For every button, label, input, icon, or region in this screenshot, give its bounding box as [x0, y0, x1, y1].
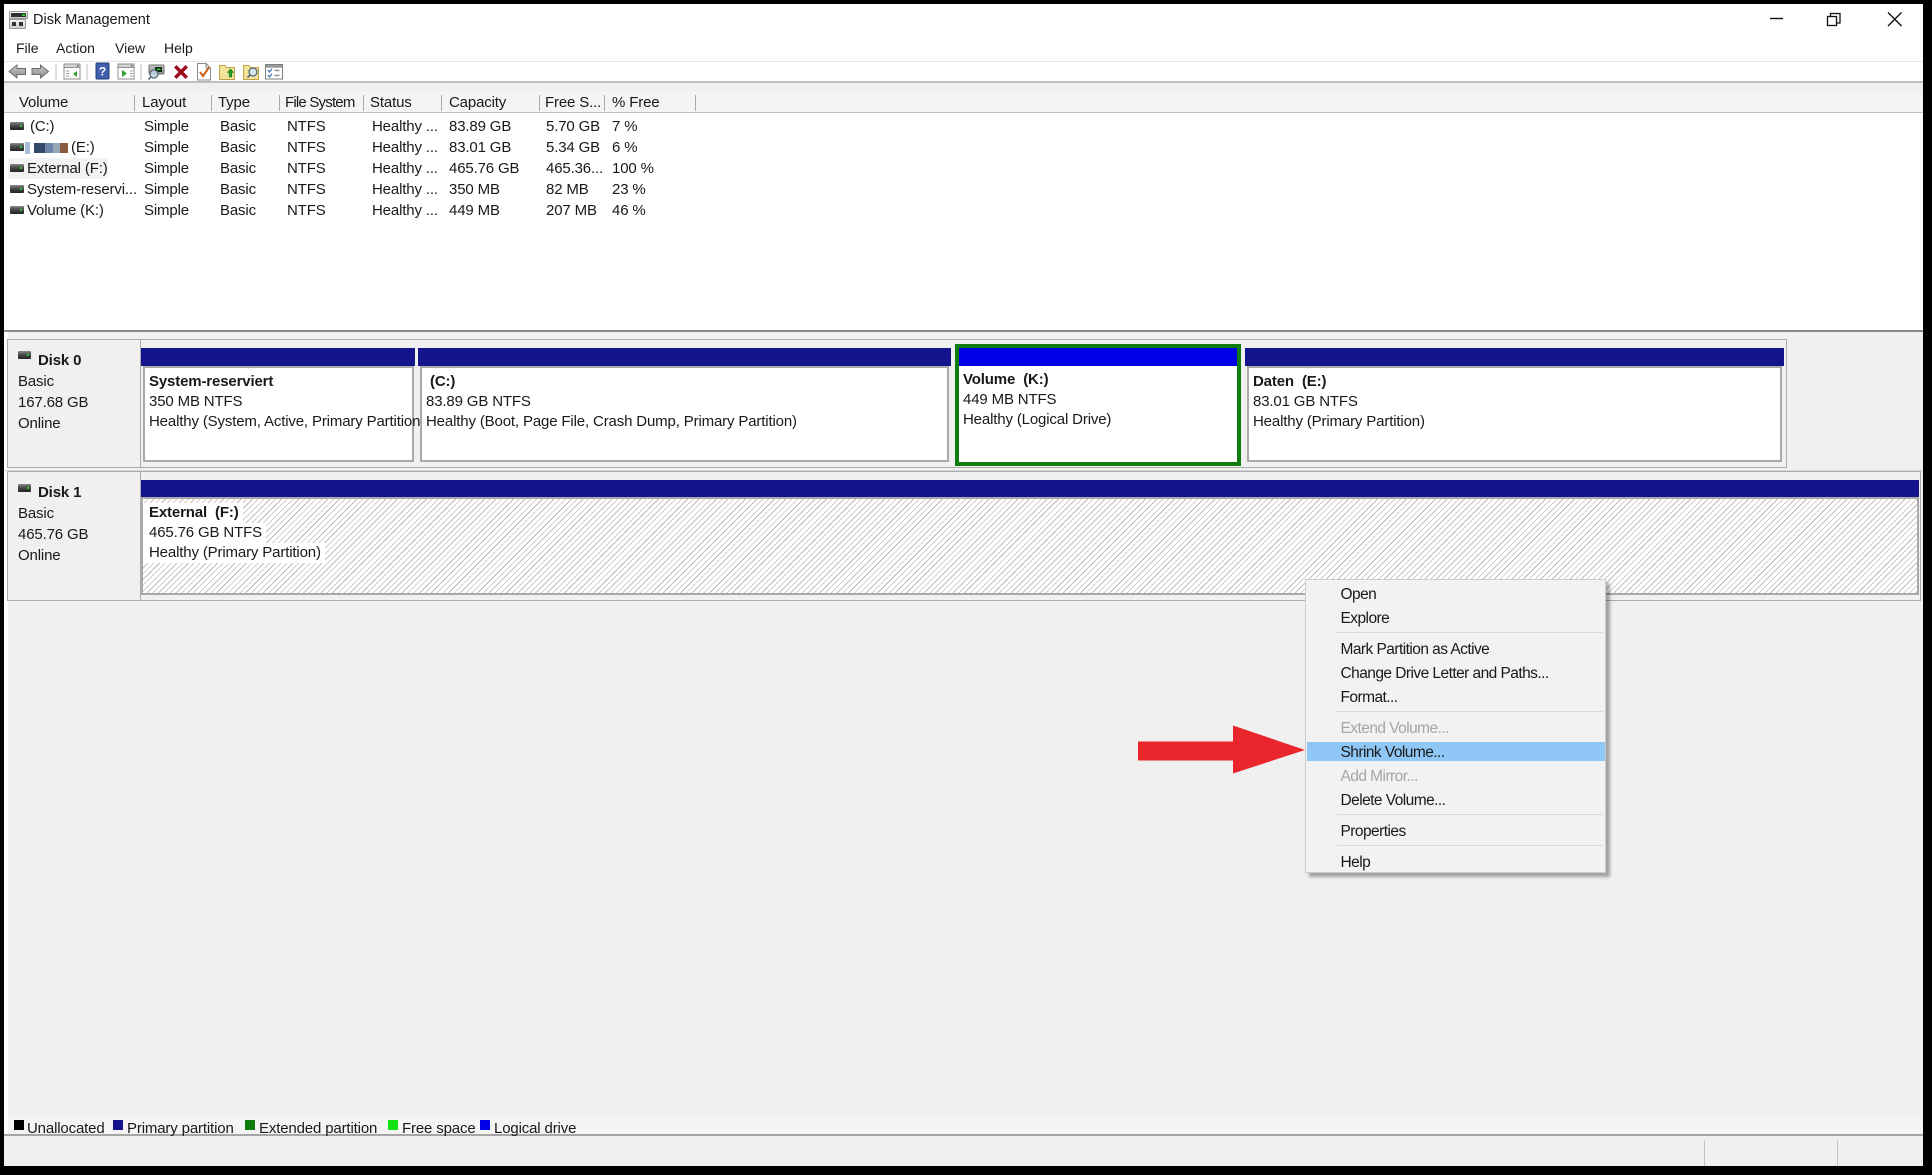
svg-text:?: ?	[99, 65, 106, 79]
